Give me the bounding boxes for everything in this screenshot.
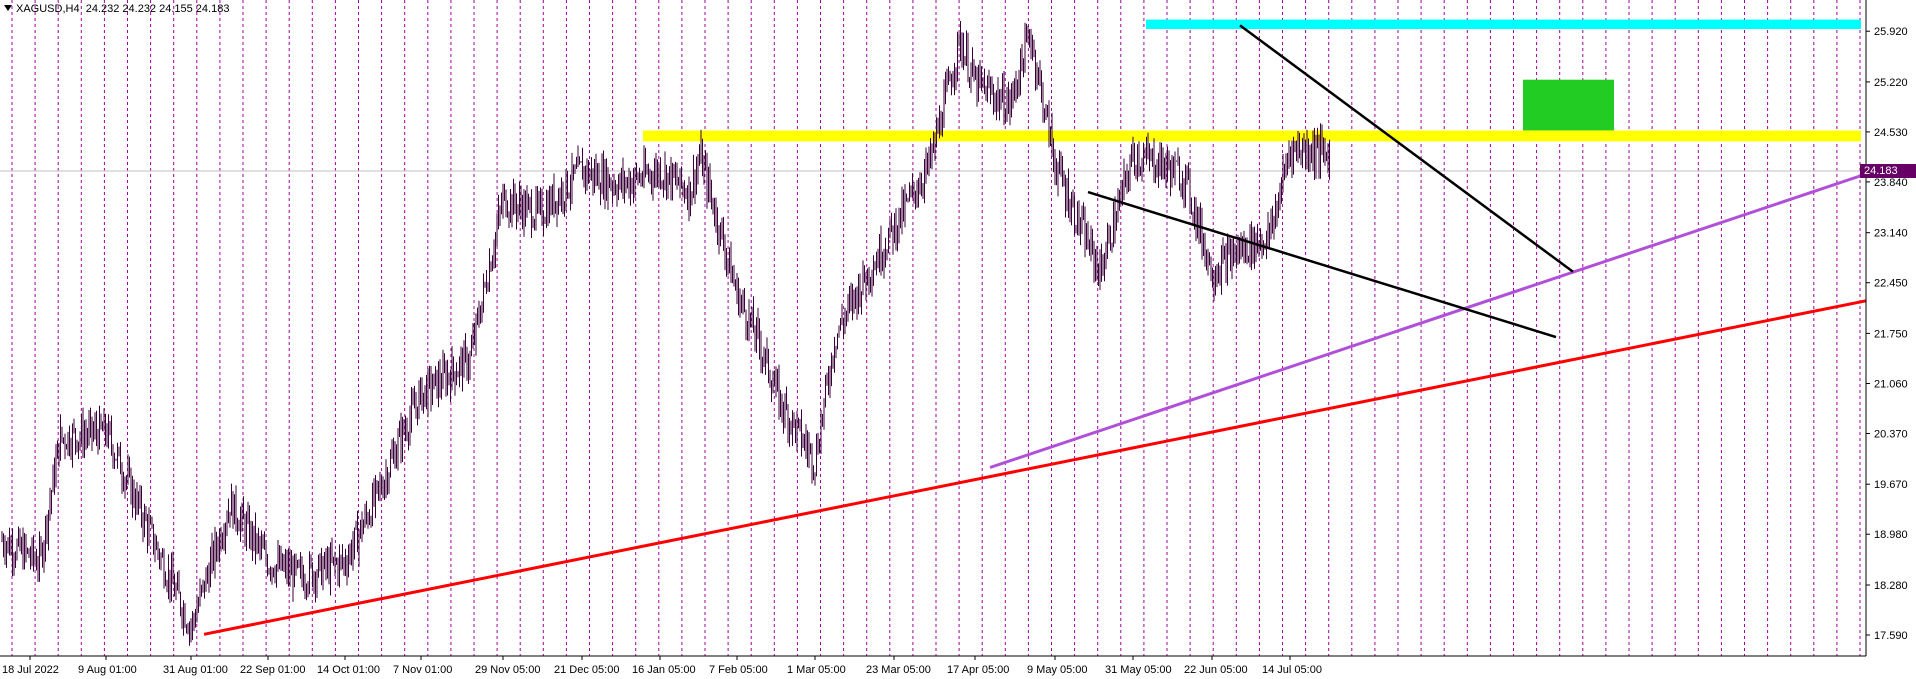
time-tick-label: 21 Dec 05:00: [554, 664, 619, 676]
time-tick-label: 31 Aug 01:00: [163, 664, 228, 676]
time-tick-label: 7 Feb 05:00: [709, 664, 768, 676]
line-trend[interactable]: [989, 172, 1867, 469]
price-tick-label: 24.530: [1874, 127, 1908, 139]
time-tick-label: 23 Mar 05:00: [866, 664, 931, 676]
time-tick-label: 9 May 05:00: [1027, 664, 1088, 676]
line-wedge-lower[interactable]: [1087, 190, 1557, 339]
line-wedge-upper[interactable]: [1239, 24, 1574, 273]
price-chart[interactable]: 25.920 25.220 24.530 23.840 23.140 22.450 21.7…: [0, 0, 1916, 679]
trend-lines: [203, 24, 1867, 636]
price-tick-label: 18.280: [1874, 580, 1908, 592]
time-tick-label: 22 Jun 05:00: [1184, 664, 1248, 676]
price-tick-label: 23.840: [1874, 177, 1908, 189]
time-tick-label: 1 Mar 05:00: [787, 664, 846, 676]
price-tick-label: 21.060: [1874, 379, 1908, 391]
collapse-triangle-icon[interactable]: [4, 5, 12, 11]
price-tick-label: 23.140: [1874, 228, 1908, 240]
price-tick-label: 21.750: [1874, 328, 1908, 340]
ohlc-values: 24.232 24.232 24.155 24.183: [85, 3, 230, 15]
price-tick-label: 20.370: [1874, 429, 1908, 441]
time-tick-label: 31 May 05:00: [1105, 664, 1172, 676]
symbol-header: XAGUSD,H4 24.232 24.232 24.155 24.183: [4, 3, 229, 15]
zone-resistance-top: [1146, 19, 1861, 29]
time-tick-label: 16 Jan 05:00: [632, 664, 696, 676]
time-tick-label: 9 Aug 01:00: [78, 664, 137, 676]
current-price-tag: 24.183: [1860, 164, 1916, 178]
time-tick-label: 17 Apr 05:00: [947, 664, 1009, 676]
candle-series: [1, 21, 1330, 646]
time-tick-label: 22 Sep 01:00: [240, 664, 305, 676]
line-support[interactable]: [203, 299, 1867, 636]
time-tick-label: 14 Jul 05:00: [1262, 664, 1322, 676]
zones: [643, 19, 1861, 142]
price-tick-label: 22.450: [1874, 278, 1908, 290]
price-tick-label: 25.920: [1874, 26, 1908, 38]
time-tick-label: 14 Oct 01:00: [317, 664, 380, 676]
time-tick-label: 29 Nov 05:00: [475, 664, 540, 676]
price-tick-label: 19.670: [1874, 479, 1908, 491]
price-tick-label: 25.220: [1874, 77, 1908, 89]
time-tick-label: 18 Jul 2022: [2, 664, 59, 676]
price-tick-label: 18.980: [1874, 529, 1908, 541]
zone-breakout-box: [1523, 79, 1614, 131]
price-tick-label: 17.590: [1874, 630, 1908, 642]
time-tick-label: 7 Nov 01:00: [393, 664, 452, 676]
time-axis: 18 Jul 2022 9 Aug 01:00 31 Aug 01:00 22 Sep…: [2, 656, 1322, 676]
symbol-label: XAGUSD,H4: [16, 3, 80, 15]
price-axis: 25.920 25.220 24.530 23.840 23.140 22.450 21.7…: [1866, 26, 1908, 642]
zone-resistance-mid: [643, 130, 1861, 142]
